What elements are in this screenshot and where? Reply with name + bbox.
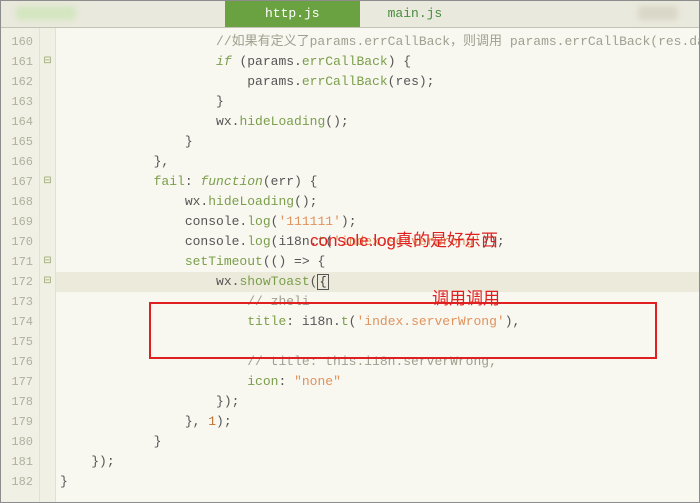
line-number: 181: [0, 452, 33, 472]
fold-marker: [40, 132, 55, 152]
fold-marker: [40, 72, 55, 92]
fold-marker: [40, 32, 55, 52]
fold-marker: [40, 112, 55, 132]
fold-marker: [40, 372, 55, 392]
line-number: 177: [0, 372, 33, 392]
fold-marker[interactable]: ⊟: [40, 272, 55, 292]
fold-marker: [40, 232, 55, 252]
code-line[interactable]: wx.hideLoading();: [56, 192, 700, 212]
code-line[interactable]: });: [56, 452, 700, 472]
fold-marker: [40, 412, 55, 432]
fold-marker: [40, 392, 55, 412]
code-line[interactable]: console.log('111111');: [56, 212, 700, 232]
line-number-gutter: 1601611621631641651661671681691701711721…: [0, 28, 40, 503]
line-number: 178: [0, 392, 33, 412]
line-number: 163: [0, 92, 33, 112]
line-number: 170: [0, 232, 33, 252]
line-number: 182: [0, 472, 33, 492]
fold-marker: [40, 92, 55, 112]
line-number: 172: [0, 272, 33, 292]
fold-marker[interactable]: ⊟: [40, 172, 55, 192]
code-editor[interactable]: 1601611621631641651661671681691701711721…: [0, 28, 700, 503]
code-line[interactable]: // title: this.i18n.serverWrong,: [56, 352, 700, 372]
line-number: 162: [0, 72, 33, 92]
fold-marker: [40, 472, 55, 492]
line-number: 160: [0, 32, 33, 52]
tab-main-js[interactable]: main.js: [360, 1, 471, 27]
code-line[interactable]: }: [56, 432, 700, 452]
code-line[interactable]: setTimeout(() => {: [56, 252, 700, 272]
tab-bar: http.js main.js: [0, 0, 700, 28]
code-line[interactable]: },: [56, 152, 700, 172]
code-line[interactable]: }: [56, 92, 700, 112]
fold-marker: [40, 332, 55, 352]
fold-marker: [40, 152, 55, 172]
fold-marker: [40, 312, 55, 332]
code-line[interactable]: // zheli: [56, 292, 700, 312]
code-line[interactable]: console.log(i18n.t('index.serverWrong'))…: [56, 232, 700, 252]
line-number: 166: [0, 152, 33, 172]
line-number: 169: [0, 212, 33, 232]
line-number: 175: [0, 332, 33, 352]
line-number: 165: [0, 132, 33, 152]
code-line[interactable]: }, 1);: [56, 412, 700, 432]
line-number: 174: [0, 312, 33, 332]
fold-marker: [40, 452, 55, 472]
code-line[interactable]: });: [56, 392, 700, 412]
blur-decoration: [16, 6, 76, 20]
line-number: 167: [0, 172, 33, 192]
line-number: 179: [0, 412, 33, 432]
code-line[interactable]: [56, 332, 700, 352]
fold-marker[interactable]: ⊟: [40, 52, 55, 72]
code-line[interactable]: params.errCallBack(res);: [56, 72, 700, 92]
code-line[interactable]: //如果有定义了params.errCallBack，则调用 params.er…: [56, 32, 700, 52]
fold-marker: [40, 352, 55, 372]
fold-marker: [40, 432, 55, 452]
code-line[interactable]: icon: "none": [56, 372, 700, 392]
code-line[interactable]: wx.showToast({: [56, 272, 700, 292]
tab-http-js[interactable]: http.js: [225, 1, 360, 27]
fold-marker: [40, 292, 55, 312]
line-number: 173: [0, 292, 33, 312]
line-number: 164: [0, 112, 33, 132]
fold-marker: [40, 212, 55, 232]
code-area[interactable]: //如果有定义了params.errCallBack，则调用 params.er…: [56, 28, 700, 503]
line-number: 180: [0, 432, 33, 452]
code-line[interactable]: fail: function(err) {: [56, 172, 700, 192]
line-number: 161: [0, 52, 33, 72]
line-number: 168: [0, 192, 33, 212]
code-line[interactable]: if (params.errCallBack) {: [56, 52, 700, 72]
fold-column: ⊟⊟⊟⊟: [40, 28, 56, 503]
code-line[interactable]: wx.hideLoading();: [56, 112, 700, 132]
code-line[interactable]: }: [56, 472, 700, 492]
line-number: 176: [0, 352, 33, 372]
blur-decoration: [638, 6, 678, 20]
code-line[interactable]: title: i18n.t('index.serverWrong'),: [56, 312, 700, 332]
fold-marker[interactable]: ⊟: [40, 252, 55, 272]
fold-marker: [40, 192, 55, 212]
code-line[interactable]: }: [56, 132, 700, 152]
line-number: 171: [0, 252, 33, 272]
